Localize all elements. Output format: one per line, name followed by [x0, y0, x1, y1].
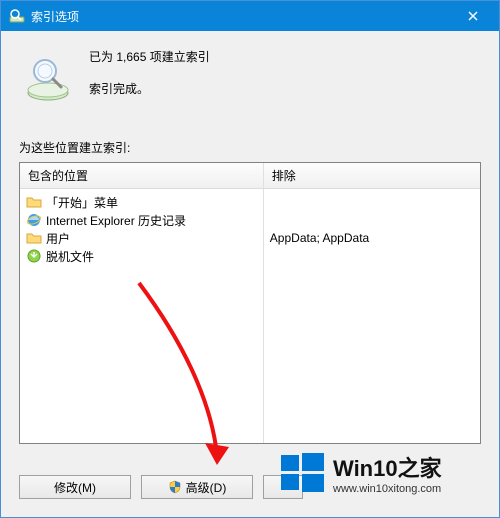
- offline-files-icon: [26, 248, 42, 264]
- window-title: 索引选项: [31, 8, 79, 25]
- list-item[interactable]: Internet Explorer 历史记录: [26, 211, 257, 229]
- titlebar: 索引选项: [1, 1, 499, 31]
- included-header: 包含的位置: [20, 163, 263, 189]
- excluded-column: 排除 AppData; AppData: [264, 163, 480, 443]
- indexing-options-window: 索引选项 已为 1,665 项建立索引 索引完成。 为这些位: [0, 0, 500, 518]
- list-item: [270, 211, 474, 229]
- list-item-label: 用户: [46, 230, 70, 247]
- index-done-line: 索引完成。: [89, 79, 210, 101]
- folder-icon: [26, 194, 42, 210]
- truncated-button[interactable]: [263, 475, 303, 499]
- list-item-label: 「开始」菜单: [46, 194, 118, 211]
- client-area: 已为 1,665 项建立索引 索引完成。 为这些位置建立索引: 包含的位置 「开…: [1, 31, 499, 517]
- list-item[interactable]: 「开始」菜单: [26, 193, 257, 211]
- index-count-line: 已为 1,665 项建立索引: [89, 47, 210, 69]
- close-button[interactable]: [455, 4, 491, 28]
- ie-icon: [26, 212, 42, 228]
- advanced-label: 高级(D): [186, 479, 227, 496]
- excluded-value: AppData; AppData: [270, 231, 369, 245]
- modify-button[interactable]: 修改(M): [19, 475, 131, 499]
- excluded-header: 排除: [264, 163, 480, 189]
- list-item-label: 脱机文件: [46, 248, 94, 265]
- shield-icon: [168, 480, 182, 494]
- list-item: AppData; AppData: [270, 229, 474, 247]
- list-item: [270, 193, 474, 211]
- locations-list: 包含的位置 「开始」菜单 Internet Explorer 历史记录: [19, 162, 481, 444]
- folder-icon: [26, 230, 42, 246]
- list-item-label: Internet Explorer 历史记录: [46, 212, 186, 229]
- indexing-big-icon: [23, 53, 73, 103]
- included-column: 包含的位置 「开始」菜单 Internet Explorer 历史记录: [20, 163, 264, 443]
- index-icon: [9, 8, 25, 24]
- button-bar: 修改(M) 高级(D): [19, 475, 303, 499]
- advanced-button[interactable]: 高级(D): [141, 475, 253, 499]
- modify-label: 修改(M): [54, 479, 96, 496]
- locations-label: 为这些位置建立索引:: [19, 139, 481, 156]
- list-item: [270, 247, 474, 265]
- list-item[interactable]: 脱机文件: [26, 247, 257, 265]
- list-item[interactable]: 用户: [26, 229, 257, 247]
